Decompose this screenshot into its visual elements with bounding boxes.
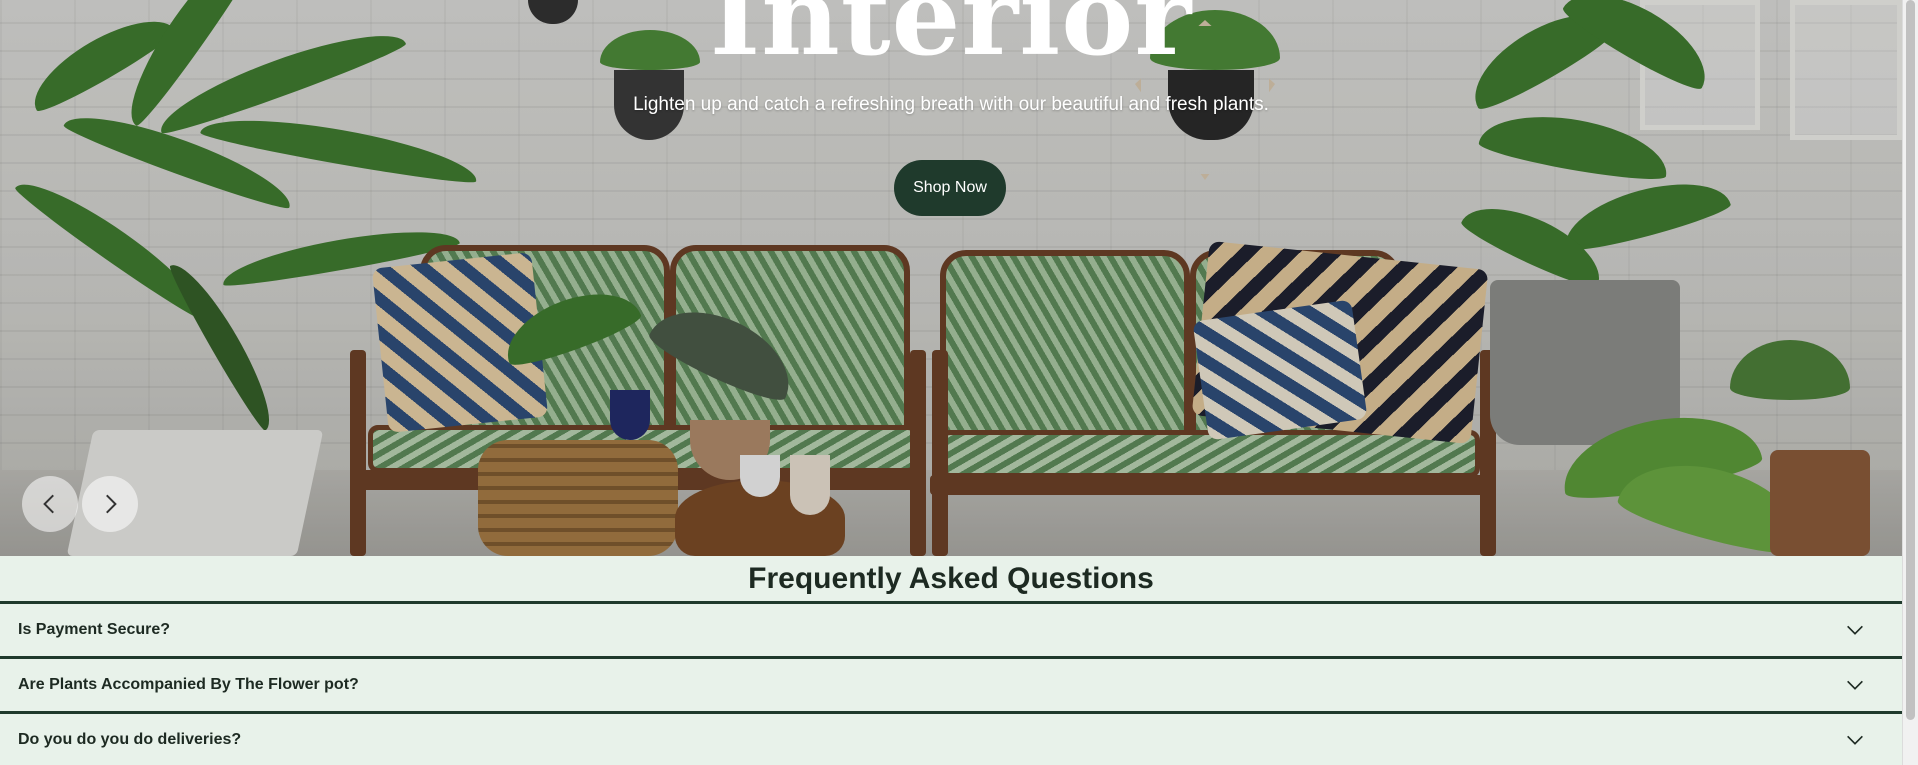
hero-banner: Interior Lighten up and catch a refreshi… — [0, 0, 1902, 556]
faq-question: Do you do you do deliveries? — [18, 731, 242, 748]
chevron-right-icon — [106, 494, 117, 514]
scrollbar-thumb[interactable] — [1906, 0, 1915, 720]
hero-overlay — [0, 0, 1902, 556]
faq-item-flower-pot[interactable]: Are Plants Accompanied By The Flower pot… — [0, 656, 1902, 711]
faq-title: Frequently Asked Questions — [748, 562, 1154, 595]
chevron-down-icon — [1847, 625, 1863, 635]
faq-section: Frequently Asked Questions Is Payment Se… — [0, 556, 1902, 765]
chevron-left-icon — [43, 494, 54, 514]
hero-subtitle: Lighten up and catch a refreshing breath… — [633, 94, 1269, 115]
faq-question: Is Payment Secure? — [18, 621, 171, 638]
carousel-next-button[interactable] — [82, 476, 138, 532]
chevron-down-icon — [1847, 735, 1863, 745]
faq-item-payment-secure[interactable]: Is Payment Secure? — [0, 601, 1902, 656]
chevron-down-icon — [1847, 680, 1863, 690]
shop-now-button[interactable]: Shop Now — [894, 160, 1006, 216]
carousel-prev-button[interactable] — [22, 476, 78, 532]
hero-title: Interior — [709, 0, 1193, 80]
faq-question: Are Plants Accompanied By The Flower pot… — [18, 676, 359, 693]
page-scrollbar[interactable] — [1902, 0, 1918, 765]
page: Interior Lighten up and catch a refreshi… — [0, 0, 1902, 765]
faq-item-deliveries[interactable]: Do you do you do deliveries? — [0, 711, 1902, 765]
